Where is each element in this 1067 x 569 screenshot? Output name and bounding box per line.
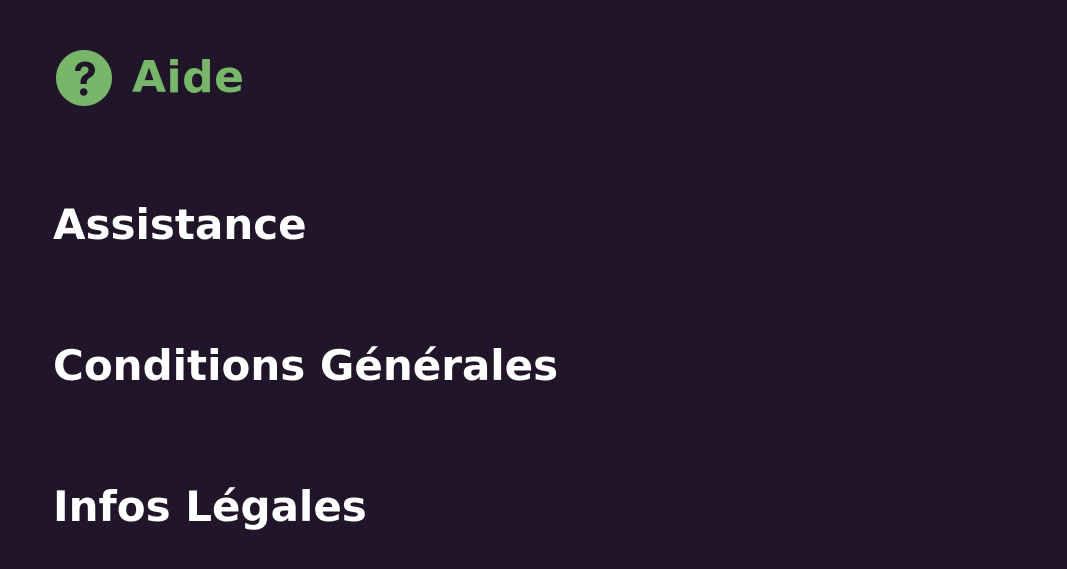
menu-item-infos-legales[interactable]: Infos Légales: [53, 482, 367, 532]
help-header: Aide: [56, 50, 244, 106]
menu-item-assistance[interactable]: Assistance: [53, 200, 307, 250]
menu-item-conditions-generales[interactable]: Conditions Générales: [53, 341, 558, 391]
help-title: Aide: [132, 52, 245, 103]
help-panel: Aide Assistance Conditions Générales Inf…: [0, 0, 1067, 569]
question-circle-icon: [56, 50, 112, 106]
